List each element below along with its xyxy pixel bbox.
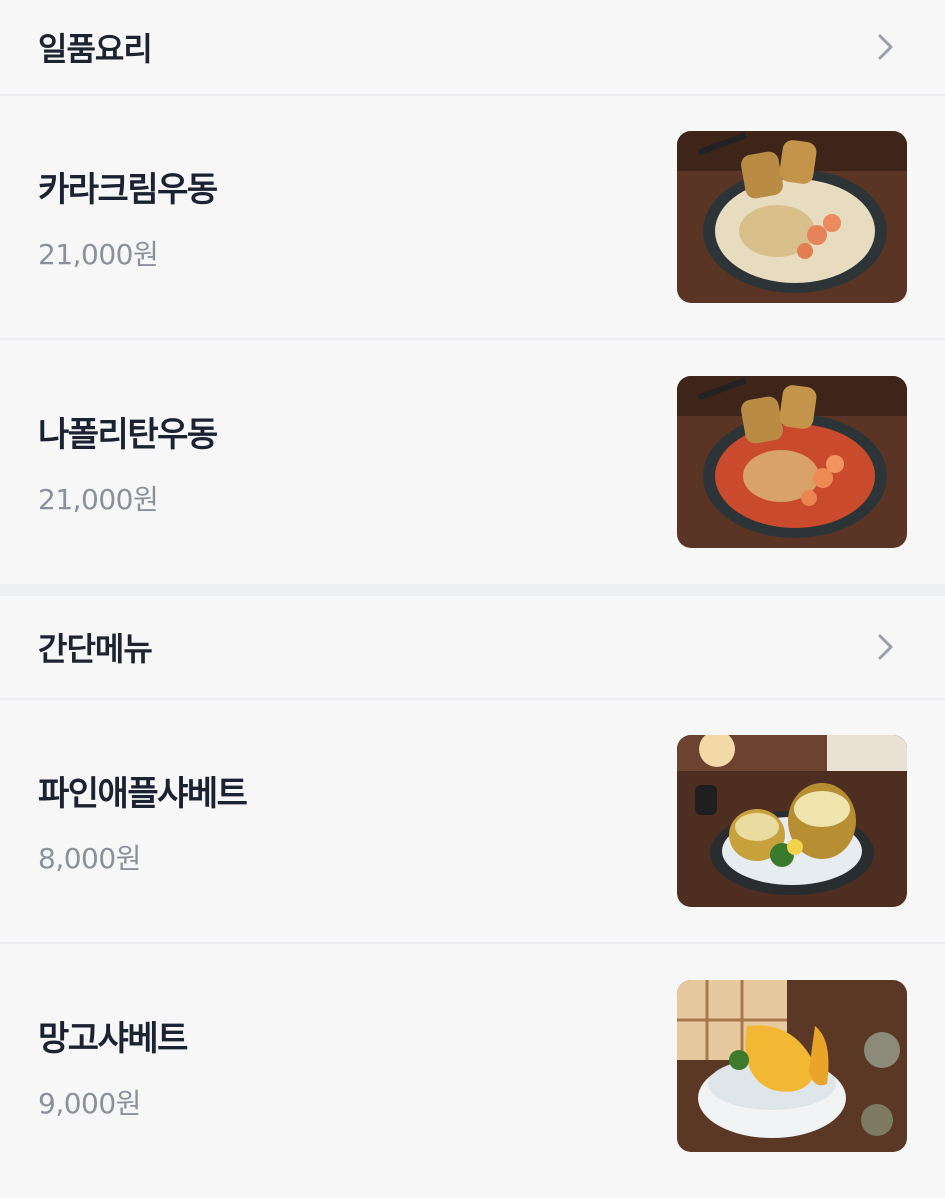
menu-item-price: 21,000원 [38,482,159,516]
menu-item-price: 9,000원 [38,1086,141,1120]
menu-item-name: 나폴리탄우동 [38,414,218,455]
section-title: 간단메뉴 [38,630,153,668]
menu-item-pineapple-sherbet[interactable]: 파인애플샤베트 8,000원 [0,700,945,944]
chevron-right-icon[interactable] [875,34,897,60]
menu-item-cream-udon[interactable]: 카라크림우동 21,000원 [0,96,945,340]
cream-udon-photo[interactable] [677,131,907,303]
menu-item-name: 파인애플샤베트 [38,773,248,814]
section-divider [0,584,945,596]
section-header-simple-menu[interactable]: 간단메뉴 [0,596,945,700]
menu-item-napolitan-udon[interactable]: 나폴리탄우동 21,000원 [0,340,945,584]
section-header-ilpum[interactable]: 일품요리 [0,0,945,96]
menu-item-name: 카라크림우동 [38,169,218,210]
mango-sherbet-photo[interactable] [677,980,907,1152]
menu-page: 일품요리 카라크림우동 21,000원 나폴리탄우동 21,000원 간단메뉴 … [0,0,945,1198]
menu-item-price: 8,000원 [38,841,141,875]
menu-item-name: 망고샤베트 [38,1018,188,1059]
section-title: 일품요리 [38,30,153,68]
chevron-right-icon[interactable] [875,634,897,660]
pineapple-sherbet-photo[interactable] [677,735,907,907]
menu-item-mango-sherbet[interactable]: 망고샤베트 9,000원 [0,944,945,1188]
menu-item-price: 21,000원 [38,237,159,271]
napolitan-udon-photo[interactable] [677,376,907,548]
